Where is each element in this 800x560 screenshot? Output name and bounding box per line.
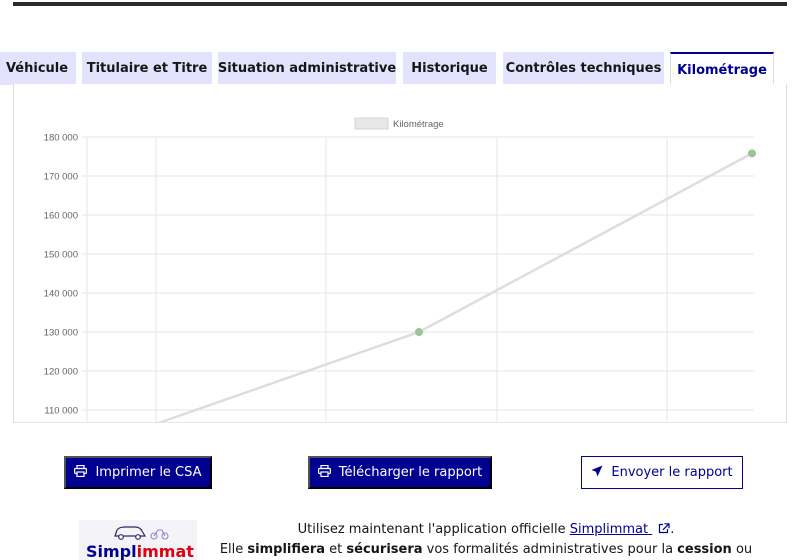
chart-grid	[82, 136, 754, 422]
promo-text: Elle	[219, 542, 248, 557]
download-report-label: Télécharger le rapport	[338, 465, 483, 480]
y-axis-ticks: 180 000 170 000 160 000 150 000 140 000 130 0…	[44, 133, 78, 417]
promo-text: vos formalités administratives pour la	[422, 542, 678, 557]
tab-vehicule[interactable]: Véhicule	[0, 52, 76, 85]
car-icon	[114, 526, 169, 540]
simplimmat-link[interactable]: Simplimmat	[570, 522, 671, 537]
y-tick-label: 150 000	[44, 250, 78, 261]
y-tick-label: 180 000	[44, 133, 78, 144]
tab-list: Véhicule Titulaire et Titre Situation ad…	[0, 52, 800, 85]
print-csa-button[interactable]: Imprimer le CSA	[64, 456, 212, 489]
printer-icon	[317, 464, 331, 481]
external-link-icon	[659, 523, 670, 534]
chart-legend: Kilométrage	[354, 117, 444, 130]
y-tick-label: 110 000	[44, 406, 78, 417]
promo-line-1: Utilisez maintenant l'application offici…	[216, 520, 756, 540]
logo-prefix: Simpl	[86, 542, 137, 560]
simplimmat-link-label: Simplimmat	[569, 522, 649, 537]
simplimmat-promo: Utilisez maintenant l'application offici…	[216, 520, 756, 560]
y-tick-label: 140 000	[44, 289, 78, 300]
y-tick-label: 130 000	[44, 328, 78, 339]
tab-label: Kilométrage	[677, 62, 767, 78]
printer-icon	[74, 464, 88, 481]
download-report-button[interactable]: Télécharger le rapport	[308, 456, 492, 489]
mileage-chart: 180 000 170 000 160 000 150 000 140 000 130 0…	[44, 117, 756, 422]
data-point	[748, 149, 756, 158]
y-tick-label: 170 000	[44, 172, 78, 183]
data-point	[415, 328, 423, 336]
send-arrow-icon	[591, 465, 603, 481]
promo-text-bold: sécurisera	[346, 542, 423, 557]
promo-text-bold: simplifiera	[247, 542, 326, 557]
chart-series	[157, 149, 756, 422]
promo-line-2: Elle simplifiera et sécurisera vos forma…	[216, 540, 756, 560]
legend-swatch	[354, 117, 389, 130]
tab-label: Historique	[411, 61, 488, 76]
y-tick-label: 160 000	[44, 211, 78, 222]
send-report-label: Envoyer le rapport	[611, 465, 733, 480]
tab-situation[interactable]: Situation administrative	[218, 52, 396, 85]
promo-text: Utilisez maintenant l'application offici…	[297, 522, 570, 537]
simplimmat-logo: Simplimmat	[79, 520, 197, 560]
chart-panel: 180 000 170 000 160 000 150 000 140 000 130 0…	[13, 84, 787, 423]
series-line	[157, 152, 753, 422]
tab-historique[interactable]: Historique	[403, 52, 496, 85]
promo-text: .	[670, 522, 675, 537]
tab-label: Contrôles techniques	[505, 61, 662, 76]
promo-text: ou	[731, 542, 753, 557]
logo-suffix: immat	[136, 542, 194, 560]
logo-wordmark: Simplimmat	[86, 542, 194, 560]
print-csa-label: Imprimer le CSA	[95, 465, 202, 480]
tab-titulaire[interactable]: Titulaire et Titre	[82, 52, 212, 85]
tab-controles[interactable]: Contrôles techniques	[503, 52, 664, 85]
tab-label: Titulaire et Titre	[86, 61, 208, 76]
legend-label: Kilométrage	[393, 119, 444, 130]
tab-label: Véhicule	[5, 61, 69, 76]
tab-label: Situation administrative	[217, 61, 397, 76]
promo-text: et	[325, 542, 347, 557]
header-border	[13, 2, 787, 6]
tab-kilometrage[interactable]: Kilométrage	[670, 52, 774, 85]
send-report-button[interactable]: Envoyer le rapport	[581, 456, 743, 489]
y-tick-label: 120 000	[44, 367, 78, 378]
promo-text-bold: cession	[677, 542, 732, 557]
